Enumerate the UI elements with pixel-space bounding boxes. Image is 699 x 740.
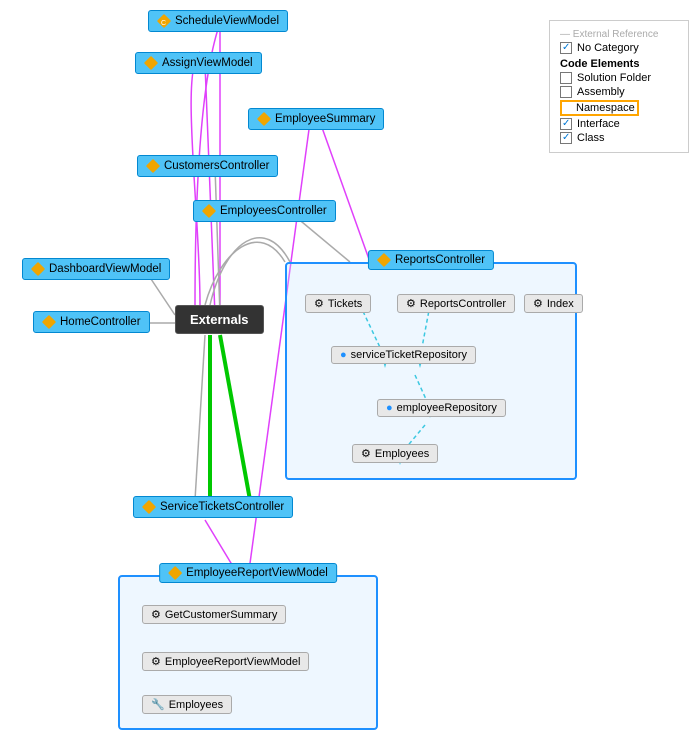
node-label: ServiceTicketsController: [160, 501, 284, 513]
class-icon: [31, 262, 45, 276]
class-label: Class: [577, 132, 605, 144]
employee-report-vm-inner-node[interactable]: ⚙ EmployeeReportViewModel: [142, 652, 309, 671]
employee-repo-node[interactable]: ● employeeRepository: [377, 399, 506, 417]
node-label: EmployeesController: [220, 205, 327, 217]
namespace-label: Namespace: [576, 102, 635, 114]
gear-icon: ⚙: [151, 608, 161, 621]
node-label: GetCustomerSummary: [165, 609, 277, 621]
externals-node[interactable]: Externals: [175, 305, 264, 334]
node-label: serviceTicketRepository: [351, 349, 467, 361]
class-icon: [146, 159, 160, 173]
schedule-view-model-node[interactable]: C ScheduleViewModel: [148, 10, 288, 32]
gear-icon: ⚙: [151, 655, 161, 668]
legend-code-elements-header: Code Elements: [560, 58, 678, 70]
title-label: ReportsController: [395, 254, 485, 266]
solution-folder-label: Solution Folder: [577, 72, 651, 84]
svg-text:C: C: [161, 20, 166, 27]
assign-view-model-node[interactable]: AssignViewModel: [135, 52, 262, 74]
title-label: EmployeeReportViewModel: [186, 567, 328, 579]
field-icon: ●: [386, 402, 393, 414]
dashboard-view-model-node[interactable]: DashboardViewModel: [22, 258, 170, 280]
node-label: AssignViewModel: [162, 57, 253, 69]
employees-inner-node[interactable]: ⚙ Employees: [352, 444, 438, 463]
class-icon: [168, 566, 182, 580]
tickets-inner-node[interactable]: ⚙ Tickets: [305, 294, 371, 313]
node-label: DashboardViewModel: [49, 263, 161, 275]
index-inner-node[interactable]: ⚙ Index: [524, 294, 583, 313]
class-checkbox[interactable]: [560, 132, 572, 144]
node-label: CustomersController: [164, 160, 269, 172]
legend-assembly[interactable]: Assembly: [560, 86, 678, 98]
employees-bottom-node[interactable]: 🔧 Employees: [142, 695, 232, 714]
assembly-label: Assembly: [577, 86, 625, 98]
gear-icon: ⚙: [533, 297, 543, 310]
legend-external-ref: — External Reference: [560, 29, 678, 40]
node-label: ScheduleViewModel: [175, 15, 279, 27]
node-label: ReportsController: [420, 298, 506, 310]
class-icon: C: [157, 14, 171, 28]
gear-icon: ⚙: [361, 447, 371, 460]
diagram-container: C ScheduleViewModel AssignViewModel Empl…: [0, 0, 699, 740]
class-icon: [42, 315, 56, 329]
home-controller-node[interactable]: HomeController: [33, 311, 150, 333]
node-label: employeeRepository: [397, 402, 497, 414]
legend-external-ref-label: — External Reference: [560, 29, 658, 40]
class-icon: [142, 500, 156, 514]
service-tickets-controller-node[interactable]: ServiceTicketsController: [133, 496, 293, 518]
node-label: EmployeeReportViewModel: [165, 656, 301, 668]
legend-interface[interactable]: Interface: [560, 118, 678, 130]
gear-icon: ⚙: [406, 297, 416, 310]
reports-controller-title[interactable]: ReportsController: [368, 250, 494, 270]
employee-report-vm-title[interactable]: EmployeeReportViewModel: [159, 563, 337, 583]
assembly-checkbox[interactable]: [560, 86, 572, 98]
field-icon: ●: [340, 349, 347, 361]
legend-no-category[interactable]: No Category: [560, 42, 678, 54]
node-label: Employees: [169, 699, 223, 711]
employee-summary-node[interactable]: EmployeeSummary: [248, 108, 384, 130]
legend-class[interactable]: Class: [560, 132, 678, 144]
node-label: Index: [547, 298, 574, 310]
reports-controller-box: ReportsController ⚙ Tickets ⚙ ReportsCon…: [285, 262, 577, 480]
class-icon: [144, 56, 158, 70]
wrench-icon: 🔧: [151, 698, 165, 711]
interface-label: Interface: [577, 118, 620, 130]
class-icon: [257, 112, 271, 126]
reportscontroller-inner-node[interactable]: ⚙ ReportsController: [397, 294, 515, 313]
legend-panel: — External Reference No Category Code El…: [549, 20, 689, 153]
node-label: Employees: [375, 448, 429, 460]
class-icon: [202, 204, 216, 218]
service-ticket-repo-node[interactable]: ● serviceTicketRepository: [331, 346, 476, 364]
class-icon: [377, 253, 391, 267]
no-category-label: No Category: [577, 42, 639, 54]
legend-namespace[interactable]: Namespace: [560, 100, 678, 116]
namespace-checkbox[interactable]: [564, 102, 576, 114]
node-label: HomeController: [60, 316, 141, 328]
interface-checkbox[interactable]: [560, 118, 572, 130]
externals-label: Externals: [190, 312, 249, 327]
employee-report-view-model-box: EmployeeReportViewModel ⚙ GetCustomerSum…: [118, 575, 378, 730]
gear-icon: ⚙: [314, 297, 324, 310]
no-category-checkbox[interactable]: [560, 42, 572, 54]
customers-controller-node[interactable]: CustomersController: [137, 155, 278, 177]
node-label: Tickets: [328, 298, 362, 310]
solution-folder-checkbox[interactable]: [560, 72, 572, 84]
legend-solution-folder[interactable]: Solution Folder: [560, 72, 678, 84]
node-label: EmployeeSummary: [275, 113, 375, 125]
get-customer-summary-node[interactable]: ⚙ GetCustomerSummary: [142, 605, 286, 624]
employees-controller-node[interactable]: EmployeesController: [193, 200, 336, 222]
